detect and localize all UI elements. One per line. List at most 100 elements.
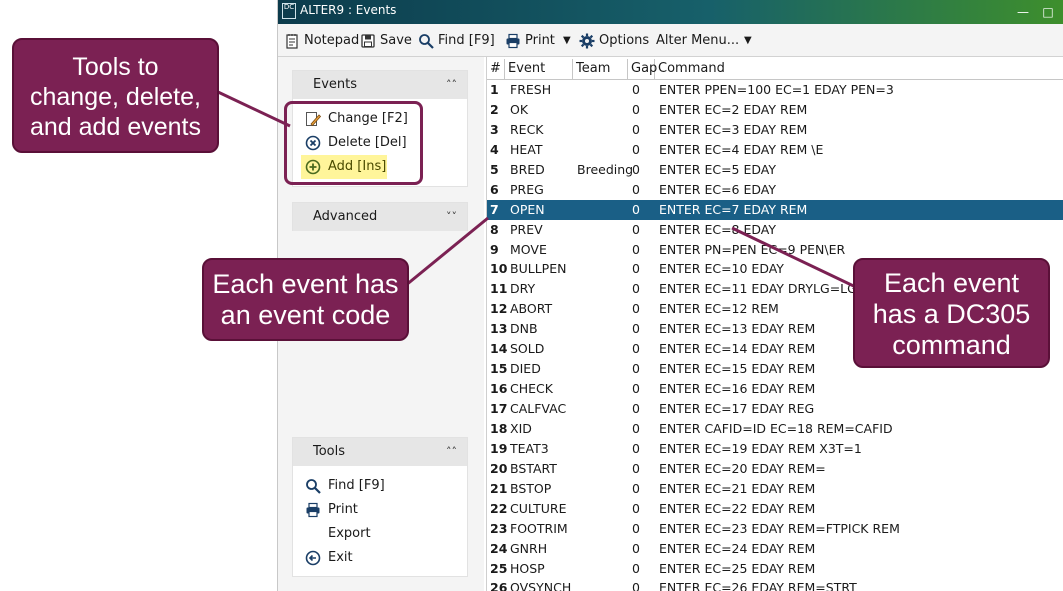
row-number-cell: 7	[490, 201, 499, 217]
advanced-group-header[interactable]: Advanced ˅˅	[293, 203, 467, 231]
row-number-cell: 15	[490, 361, 508, 377]
chevron-down-icon: ▼	[744, 35, 752, 46]
event-name-cell: TEAT3	[510, 440, 549, 456]
table-row[interactable]: 23 FOOTRIM 0 ENTER EC=23 EDAY REM=FTPICK RE…	[487, 519, 1063, 539]
dc305-callout-line-1: Each event	[883, 268, 1020, 298]
table-row[interactable]: 7 OPEN 0 ENTER EC=7 EDAY REM	[487, 199, 1063, 220]
advanced-header-label: Advanced	[313, 209, 378, 224]
command-cell: ENTER EC=15 EDAY REM	[659, 361, 816, 377]
event-name-cell: BSTART	[510, 460, 557, 476]
table-row[interactable]: 8 PREV 0 ENTER EC=8 EDAY	[487, 220, 1063, 240]
notepad-label: Notepad	[304, 33, 360, 48]
command-cell: ENTER EC=3 EDAY REM	[659, 121, 808, 137]
save-icon	[361, 34, 375, 48]
row-number-cell: 17	[490, 401, 508, 416]
table-row[interactable]: 3 RECK 0 ENTER EC=3 EDAY REM	[487, 120, 1063, 140]
table-row[interactable]: 17 CALFVAC 0 ENTER EC=17 EDAY REG	[487, 399, 1063, 419]
gap-cell: 0	[632, 341, 640, 357]
command-cell: ENTER EC=13 EDAY REM	[659, 321, 816, 337]
tools-group-header[interactable]: Tools ˄˄	[293, 438, 467, 466]
row-number-cell: 9	[490, 241, 499, 257]
column-header-team[interactable]: Team	[573, 59, 628, 79]
event-name-cell: DNB	[510, 321, 538, 337]
command-cell: ENTER CAFID=ID EC=18 REM=CAFID	[659, 420, 893, 436]
team-cell: Breeding	[577, 161, 634, 177]
row-number-cell: 22	[490, 500, 508, 516]
column-header-gap[interactable]: Gap	[628, 59, 657, 79]
event-code-callout: Each event has an event code	[202, 258, 409, 341]
gap-cell: 0	[632, 500, 640, 516]
window-title: ALTER9 : Events	[300, 3, 397, 17]
command-cell: ENTER EC=12 REM	[659, 301, 779, 317]
command-cell: ENTER EC=8 EDAY	[659, 221, 776, 237]
row-number-cell: 19	[490, 440, 508, 456]
command-cell: ENTER EC=24 EDAY REM	[659, 540, 816, 556]
table-row[interactable]: 25 HOSP 0 ENTER EC=25 EDAY REM	[487, 559, 1063, 579]
row-number-cell: 16	[490, 381, 508, 397]
event-name-cell: DIED	[510, 361, 541, 377]
event-name-cell: FRESH	[510, 82, 552, 97]
command-cell: ENTER EC=6 EDAY	[659, 181, 776, 197]
options-label: Options	[599, 33, 650, 48]
gap-cell: 0	[632, 221, 640, 237]
table-row[interactable]: 2 OK 0 ENTER EC=2 EDAY REM	[487, 100, 1063, 120]
event-name-cell: CALFVAC	[510, 401, 567, 416]
row-number-cell: 5	[490, 161, 499, 177]
table-row[interactable]: 4 HEAT 0 ENTER EC=4 EDAY REM \E	[487, 140, 1063, 160]
table-row[interactable]: 19 TEAT3 0 ENTER EC=19 EDAY REM X3T=1	[487, 439, 1063, 459]
row-number-cell: 8	[490, 221, 499, 237]
table-row[interactable]: 6 PREG 0 ENTER EC=6 EDAY	[487, 180, 1063, 200]
tools-find-label: Find [F9]	[328, 478, 385, 493]
command-cell: ENTER EC=19 EDAY REM X3T=1	[659, 440, 862, 456]
table-row[interactable]: 20 BSTART 0 ENTER EC=20 EDAY REM=	[487, 459, 1063, 479]
gap-cell: 0	[632, 401, 640, 416]
table-row[interactable]: 5 BRED Breeding 0 ENTER EC=5 EDAY	[487, 160, 1063, 180]
gap-cell: 0	[632, 121, 640, 137]
table-row[interactable]: 24 GNRH 0 ENTER EC=24 EDAY REM	[487, 539, 1063, 559]
row-number-cell: 18	[490, 420, 508, 436]
row-number-cell: 1	[490, 82, 499, 97]
command-cell: ENTER EC=4 EDAY REM \E	[659, 141, 824, 157]
gap-cell: 0	[632, 480, 640, 496]
table-row[interactable]: 1 FRESH 0 ENTER PPEN=100 EC=1 EDAY PEN=3	[487, 80, 1063, 100]
tools-callout: Tools to change, delete, and add events	[12, 38, 219, 153]
printer-icon	[506, 33, 520, 49]
command-cell: ENTER EC=11 EDAY DRYLG=LGSCC	[659, 281, 883, 297]
minimize-icon[interactable]: —	[1013, 2, 1033, 22]
print-dropdown[interactable]: ▼	[563, 30, 575, 52]
events-group-header[interactable]: Events ˄˄	[293, 71, 467, 99]
row-number-cell: 20	[490, 460, 508, 476]
events-header-label: Events	[313, 77, 358, 92]
chevron-up-double-icon: ˄˄	[446, 78, 457, 91]
dc305-callout-line-3: command	[892, 330, 1011, 360]
command-cell: ENTER EC=14 EDAY REM	[659, 341, 816, 357]
table-row[interactable]: 18 XID 0 ENTER CAFID=ID EC=18 REM=CAFID	[487, 419, 1063, 439]
gear-icon	[579, 33, 595, 49]
table-row[interactable]: 16 CHECK 0 ENTER EC=16 EDAY REM	[487, 379, 1063, 399]
row-number-cell: 3	[490, 121, 499, 137]
table-row[interactable]: 26 OVSYNCH 0 ENTER EC=26 EDAY REM=STRT	[487, 578, 1063, 591]
search-icon	[306, 479, 321, 494]
event-name-cell: GNRH	[510, 540, 548, 556]
alter-menu-dropdown[interactable]: ▼	[744, 30, 756, 52]
row-number-cell: 4	[490, 141, 499, 157]
column-header-number[interactable]: #	[487, 59, 505, 79]
save-label: Save	[380, 33, 412, 48]
table-row[interactable]: 9 MOVE 0 ENTER PN=PEN EC=9 PEN\ER	[487, 240, 1063, 260]
maximize-icon[interactable]: □	[1038, 2, 1058, 22]
row-number-cell: 26	[490, 580, 508, 591]
row-number-cell: 24	[490, 540, 508, 556]
column-header-command[interactable]: Command	[655, 59, 1063, 79]
column-header-event[interactable]: Event	[505, 59, 573, 79]
gap-cell: 0	[632, 301, 640, 317]
row-number-cell: 6	[490, 181, 499, 197]
table-row[interactable]: 22 CULTURE 0 ENTER EC=22 EDAY REM	[487, 499, 1063, 519]
gap-cell: 0	[632, 560, 640, 576]
event-name-cell: DRY	[510, 281, 536, 297]
notepad-icon	[286, 34, 298, 49]
row-number-cell: 21	[490, 480, 508, 496]
tools-highlight-frame	[284, 101, 423, 185]
row-number-cell: 10	[490, 261, 508, 277]
exit-icon	[305, 550, 321, 566]
table-row[interactable]: 21 BSTOP 0 ENTER EC=21 EDAY REM	[487, 479, 1063, 499]
